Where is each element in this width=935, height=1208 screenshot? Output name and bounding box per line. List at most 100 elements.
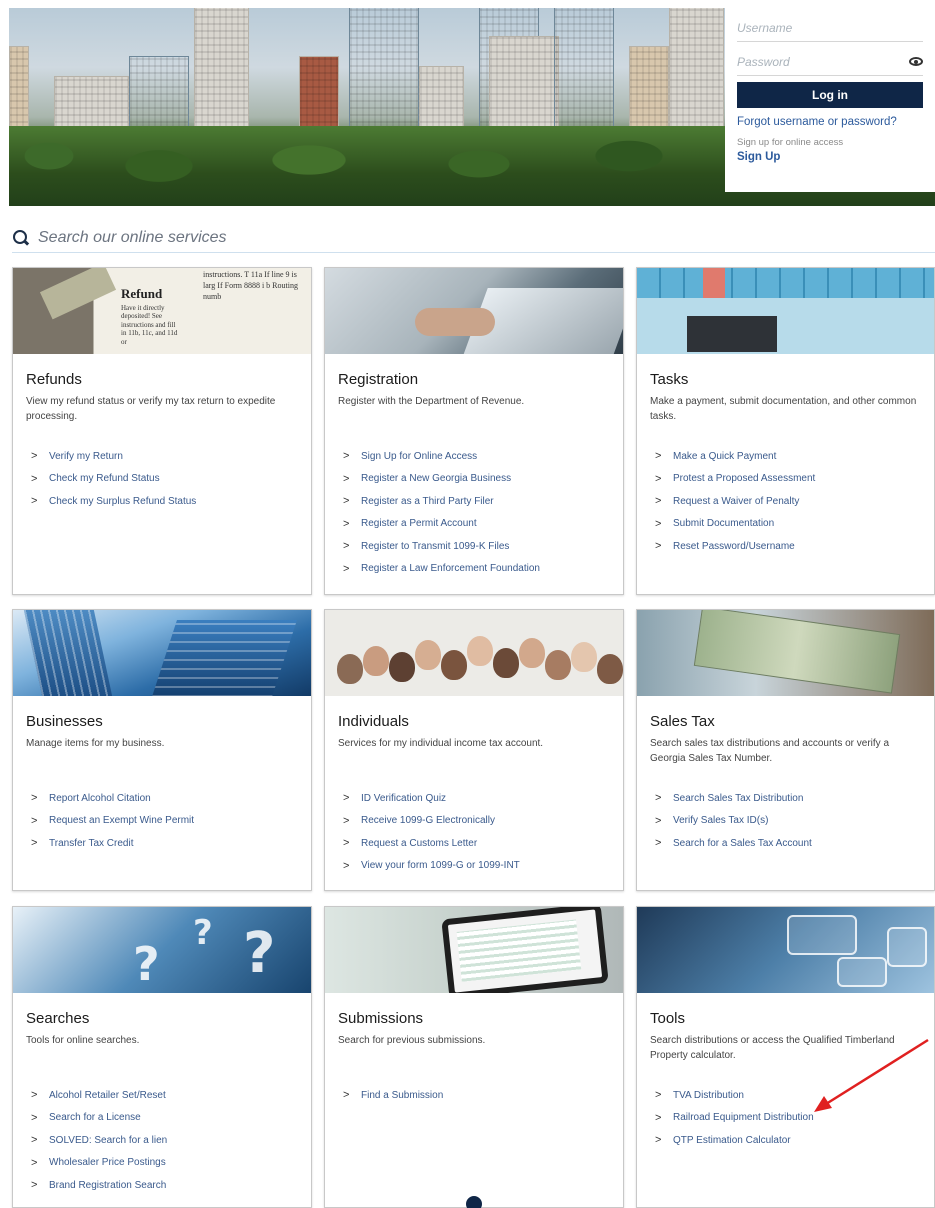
card-link[interactable]: > Register as a Third Party Filer: [343, 490, 623, 513]
money-image: [39, 268, 117, 320]
card-title: Registration: [338, 371, 419, 388]
screen-panel-image: [887, 927, 927, 967]
chevron-right-icon: >: [31, 495, 38, 508]
card-link[interactable]: > Verify Sales Tax ID(s): [655, 810, 934, 833]
question-mark-icon: ?: [193, 913, 213, 953]
card-link[interactable]: > Request a Waiver of Penalty: [655, 490, 934, 513]
signup-link[interactable]: Sign Up: [737, 151, 923, 163]
binder-row-image: [637, 268, 934, 298]
card-link[interactable]: > Receive 1099-G Electronically: [343, 810, 623, 833]
card-title: Tasks: [650, 371, 689, 388]
card-link[interactable]: > View your form 1099-G or 1099-INT: [343, 855, 623, 878]
chevron-right-icon: >: [655, 517, 662, 530]
card-link[interactable]: > Register a New Georgia Business: [343, 468, 623, 491]
card-description: Manage items for my business.: [26, 738, 165, 749]
login-button[interactable]: Log in: [737, 82, 923, 108]
card-link[interactable]: > Register to Transmit 1099-K Files: [343, 535, 623, 558]
laptop-typing-image: [325, 268, 623, 354]
card-individuals: Individuals Services for my individual i…: [324, 609, 624, 891]
card-link[interactable]: > Check my Refund Status: [31, 468, 311, 491]
chevron-right-icon: >: [343, 792, 350, 805]
card-link[interactable]: > Sign Up for Online Access: [343, 445, 623, 468]
card-link[interactable]: > Protest a Proposed Assessment: [655, 468, 934, 491]
refund-image-side: instructions. T 11a If line 9 is larg If…: [203, 270, 298, 301]
card-link[interactable]: > Reset Password/Username: [655, 535, 934, 558]
card-link[interactable]: > Request an Exempt Wine Permit: [31, 810, 311, 833]
chevron-right-icon: >: [31, 837, 38, 850]
card-link[interactable]: > Submit Documentation: [655, 513, 934, 536]
card-link[interactable]: > Report Alcohol Citation: [31, 787, 311, 810]
chevron-right-icon: >: [343, 859, 350, 872]
chevron-right-icon: >: [343, 814, 350, 827]
glass-tower-image: [149, 620, 297, 696]
card-tools: Tools Search distributions or access the…: [636, 906, 935, 1208]
eye-icon[interactable]: [909, 57, 923, 66]
chevron-right-icon: >: [343, 472, 350, 485]
card-title: Individuals: [338, 713, 409, 730]
card-link[interactable]: > Alcohol Retailer Set/Reset: [31, 1084, 311, 1107]
chevron-right-icon: >: [343, 495, 350, 508]
chevron-right-icon: >: [655, 837, 662, 850]
card-link[interactable]: > Register a Permit Account: [343, 513, 623, 536]
loading-indicator-icon: [466, 1196, 482, 1208]
chevron-right-icon: >: [343, 517, 350, 530]
chevron-right-icon: >: [655, 792, 662, 805]
card-description: View my refund status or verify my tax r…: [26, 396, 276, 422]
question-mark-icon: ?: [243, 921, 276, 986]
card-link[interactable]: > Wholesaler Price Postings: [31, 1152, 311, 1175]
chevron-right-icon: >: [31, 814, 38, 827]
search-input[interactable]: [38, 228, 538, 247]
card-link[interactable]: > Search for a Sales Tax Account: [655, 832, 934, 855]
card-link[interactable]: > ID Verification Quiz: [343, 787, 623, 810]
card-sales-tax: Sales Tax Search sales tax distributions…: [636, 609, 935, 891]
username-field[interactable]: Username: [737, 14, 923, 42]
tablet-form-image: [325, 907, 623, 993]
card-link[interactable]: > Transfer Tax Credit: [31, 832, 311, 855]
card-title: Businesses: [26, 713, 103, 730]
person-image: [363, 646, 389, 676]
card-link[interactable]: > Make a Quick Payment: [655, 445, 934, 468]
card-tasks: Tasks Make a payment, submit documentati…: [636, 267, 935, 595]
signup-label: Sign up for online access: [737, 137, 844, 148]
screen-panel-image: [837, 957, 887, 987]
chevron-right-icon: >: [31, 1111, 38, 1124]
search-icon[interactable]: [12, 229, 30, 247]
chevron-right-icon: >: [343, 540, 350, 553]
card-link[interactable]: > Find a Submission: [343, 1084, 623, 1107]
chevron-right-icon: >: [31, 792, 38, 805]
person-image: [519, 638, 545, 668]
person-image: [597, 654, 623, 684]
search-bar: [12, 223, 935, 253]
chevron-right-icon: >: [655, 1089, 662, 1102]
hand-image: [415, 308, 495, 336]
card-link[interactable]: > Search for a License: [31, 1107, 311, 1130]
password-placeholder[interactable]: Password: [737, 55, 790, 69]
skyscrapers-image: [13, 610, 311, 696]
refund-form-image: Refund Have it directly deposited! See i…: [13, 268, 311, 354]
touchscreen-image: [637, 907, 934, 993]
chevron-right-icon: >: [31, 450, 38, 463]
card-link[interactable]: > QTP Estimation Calculator: [655, 1129, 934, 1152]
card-link[interactable]: > Verify my Return: [31, 445, 311, 468]
card-title: Tools: [650, 1010, 686, 1027]
chevron-right-icon: >: [655, 495, 662, 508]
card-link[interactable]: > Search Sales Tax Distribution: [655, 787, 934, 810]
card-link[interactable]: > SOLVED: Search for a lien: [31, 1129, 311, 1152]
chevron-right-icon: >: [31, 472, 38, 485]
card-link[interactable]: > Request a Customs Letter: [343, 832, 623, 855]
card-link[interactable]: > Railroad Equipment Distribution: [655, 1107, 934, 1130]
card-link[interactable]: > TVA Distribution: [655, 1084, 934, 1107]
card-registration: Registration Register with the Departmen…: [324, 267, 624, 595]
card-description: Make a payment, submit documentation, an…: [650, 396, 917, 422]
person-image: [415, 640, 441, 670]
card-link[interactable]: > Check my Surplus Refund Status: [31, 490, 311, 513]
card-link[interactable]: > Brand Registration Search: [31, 1174, 311, 1197]
card-title: Sales Tax: [650, 713, 715, 730]
login-panel: Username Password Log in Forgot username…: [725, 8, 935, 192]
forgot-credentials-link[interactable]: Forgot username or password?: [737, 116, 923, 128]
card-description: Search sales tax distributions and accou…: [650, 738, 890, 764]
username-placeholder[interactable]: Username: [737, 21, 792, 35]
password-field[interactable]: Password: [737, 48, 923, 76]
person-image: [467, 636, 493, 666]
card-link[interactable]: > Register a Law Enforcement Foundation: [343, 558, 623, 581]
